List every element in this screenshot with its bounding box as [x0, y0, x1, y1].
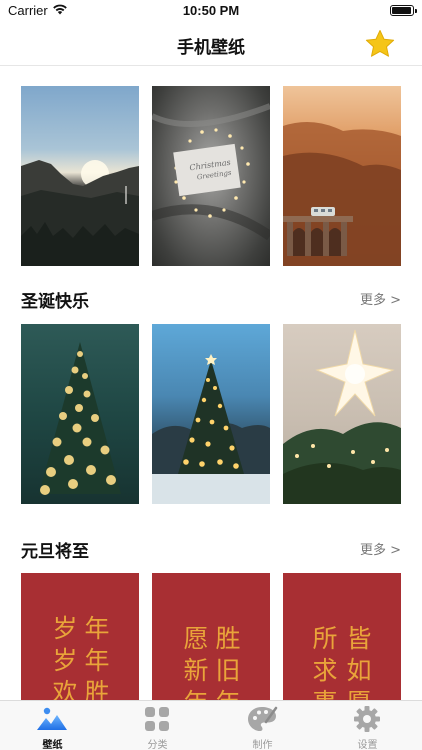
train-bridge-illustration — [283, 122, 401, 266]
section-header-new-year: 元旦将至 更多 > — [21, 535, 401, 562]
star-icon[interactable] — [364, 28, 396, 60]
tab-create[interactable]: 制作 — [210, 701, 315, 750]
blue-sky-tree-illustration — [152, 354, 270, 504]
category-icon — [145, 707, 169, 731]
fabric-lights-illustration: Christmas Greetings — [152, 103, 270, 241]
wallpaper-christmas-tree-blue-sky[interactable] — [152, 324, 270, 504]
page-title: 手机壁纸 — [177, 38, 245, 58]
wallpaper-icon — [37, 707, 67, 730]
calligraphy-column: 愿新年 — [183, 624, 209, 700]
bokeh-tree-illustration — [39, 342, 121, 495]
tab-wallpaper[interactable]: 壁纸 — [0, 701, 105, 750]
wallpaper-feed[interactable]: Christmas Greetings 圣诞快乐 更多 > 元旦将至 更多 > … — [0, 67, 422, 700]
wallpaper-new-year-greeting-2[interactable]: 愿新年 胜旧年 — [152, 573, 270, 700]
calligraphy-column: 岁岁欢愉 — [52, 614, 78, 700]
calligraphy-column: 胜旧年 — [215, 624, 241, 700]
tab-label: 分类 — [147, 740, 168, 750]
wallpaper-star-ornament-tree[interactable] — [283, 324, 401, 504]
more-link[interactable]: 更多 > — [360, 289, 401, 308]
tab-label: 设置 — [357, 740, 378, 750]
wallpaper-new-year-greeting-3[interactable]: 所求事 皆如愿 — [283, 573, 401, 700]
wallpaper-autumn-train-bridge[interactable] — [283, 86, 401, 266]
wallpaper-mountain-sunset[interactable] — [21, 86, 139, 266]
more-link[interactable]: 更多 > — [360, 539, 401, 558]
settings-icon — [354, 706, 380, 732]
calligraphy-column: 皆如愿 — [346, 624, 372, 700]
featured-row: Christmas Greetings — [21, 86, 401, 266]
calligraphy-column: 所求事 — [312, 624, 338, 700]
tab-bar: 壁纸 分类 制作 设置 — [0, 700, 422, 750]
tab-label: 壁纸 — [42, 740, 63, 750]
wallpaper-new-year-greeting-1[interactable]: 岁岁欢愉 年年胜意 — [21, 573, 139, 700]
clock: 10:50 PM — [182, 3, 240, 18]
star-ornament-illustration — [283, 329, 401, 504]
calligraphy-column: 年年胜意 — [84, 614, 110, 700]
tab-settings[interactable]: 设置 — [315, 701, 420, 750]
tab-label: 制作 — [252, 740, 273, 750]
status-bar: Carrier 10:50 PM — [0, 0, 422, 22]
nav-bar: 手机壁纸 — [0, 22, 422, 66]
section-title: 元旦将至 — [21, 542, 89, 562]
wallpaper-christmas-card-fabric[interactable]: Christmas Greetings — [152, 86, 270, 266]
battery-icon — [390, 5, 417, 16]
palette-icon — [248, 706, 278, 731]
tab-category[interactable]: 分类 — [105, 701, 210, 750]
christmas-row — [21, 324, 401, 504]
mountain-illustration — [21, 160, 139, 266]
section-header-christmas: 圣诞快乐 更多 > — [21, 285, 401, 312]
section-title: 圣诞快乐 — [21, 292, 89, 312]
new-year-row: 岁岁欢愉 年年胜意 愿新年 胜旧年 所求事 皆如愿 — [21, 573, 401, 700]
wallpaper-christmas-tree-bokeh[interactable] — [21, 324, 139, 504]
